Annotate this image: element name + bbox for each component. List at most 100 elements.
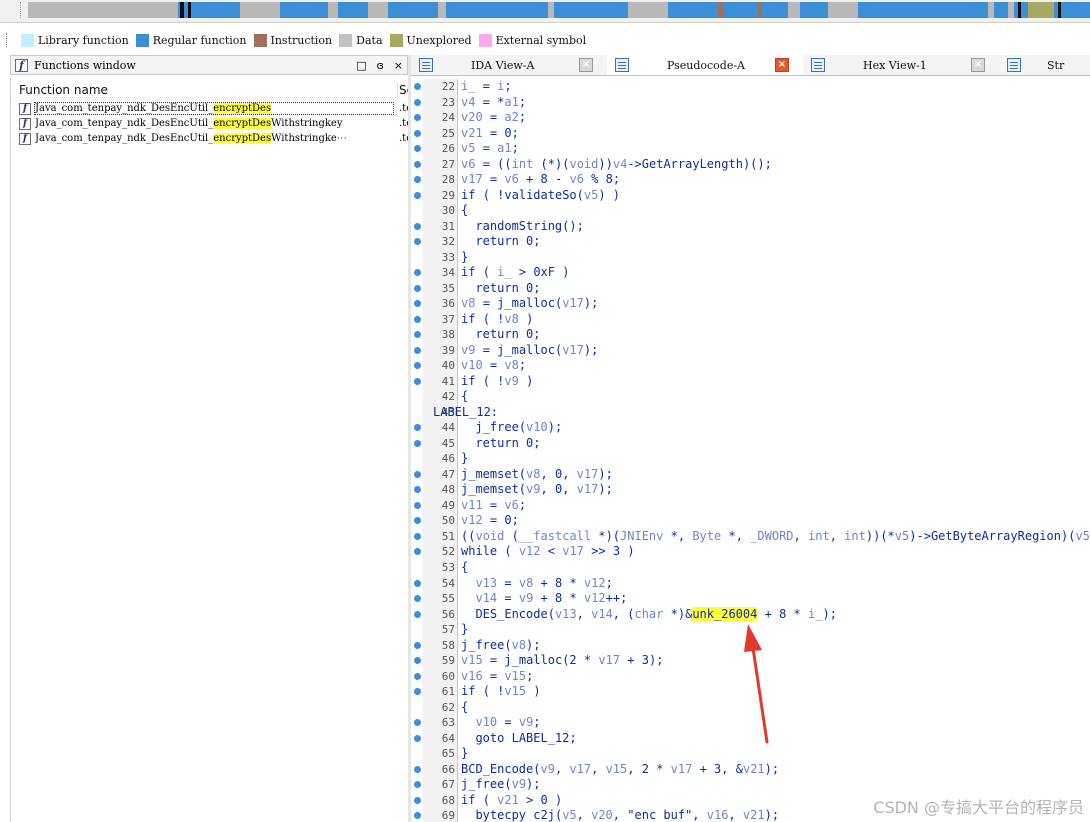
- code-line[interactable]: 64 goto LABEL_12;: [411, 730, 1090, 747]
- code-line[interactable]: 28 v17 = v6 + 8 - v6 % 8;: [411, 172, 1090, 188]
- code-line[interactable]: 35 return 0;: [411, 280, 1090, 297]
- breakpoint-marker[interactable]: [414, 796, 421, 804]
- close-icon[interactable]: ×: [394, 59, 403, 72]
- breakpoint-marker[interactable]: [414, 346, 421, 354]
- breakpoint-marker[interactable]: [414, 781, 421, 789]
- breakpoint-marker[interactable]: [414, 315, 421, 323]
- breakpoint-marker[interactable]: [414, 176, 421, 184]
- tab-ida-view-a[interactable]: IDA View-A ×: [411, 55, 607, 75]
- breakpoint-marker[interactable]: [414, 129, 421, 137]
- code-line[interactable]: 47 j_memset(v8, 0, v17);: [411, 466, 1090, 483]
- code-line[interactable]: 34 if ( i_ > 0xF ): [411, 265, 1090, 281]
- code-line[interactable]: 67 j_free(v9);: [411, 777, 1090, 793]
- breakpoint-marker[interactable]: [414, 83, 421, 90]
- breakpoint-marker[interactable]: [414, 114, 421, 122]
- code-line[interactable]: 56 DES_Encode(v13, v14, (char *)&unk_260…: [411, 606, 1090, 623]
- breakpoint-marker[interactable]: [414, 595, 421, 603]
- code-line[interactable]: 40 v10 = v8;: [411, 358, 1090, 374]
- maximize-icon[interactable]: □: [356, 59, 366, 72]
- breakpoint-marker[interactable]: [414, 300, 421, 308]
- code-line[interactable]: 26 v5 = a1;: [411, 141, 1090, 157]
- code-line[interactable]: 58 j_free(v8);: [411, 637, 1090, 654]
- code-line[interactable]: 37 if ( !v8 ): [411, 311, 1090, 328]
- function-row[interactable]: f Java_com_tenpay_ndk_DesEncUtil_encryptD…: [11, 116, 409, 131]
- code-line[interactable]: 32 return 0;: [411, 234, 1090, 250]
- code-line[interactable]: 33}: [411, 249, 1090, 266]
- code-line[interactable]: 65}: [411, 746, 1090, 762]
- breakpoint-marker[interactable]: [414, 238, 421, 246]
- code-line[interactable]: 59 v15 = j_malloc(2 * v17 + 3);: [411, 653, 1090, 669]
- breakpoint-marker[interactable]: [414, 284, 421, 292]
- breakpoint-marker[interactable]: [414, 548, 421, 556]
- code-line[interactable]: 41 if ( !v9 ): [411, 373, 1090, 390]
- breakpoint-marker[interactable]: [414, 160, 421, 168]
- tab-str[interactable]: Str: [999, 55, 1064, 75]
- code-line[interactable]: 27 v6 = ((int (*)(void))v4->GetArrayLengt…: [411, 156, 1090, 173]
- legend-grip[interactable]: [6, 33, 17, 47]
- code-line[interactable]: 63 v10 = v9;: [411, 715, 1090, 731]
- code-line[interactable]: 55 v14 = v9 + 8 * v12++;: [411, 591, 1090, 607]
- breakpoint-marker[interactable]: [414, 191, 421, 199]
- tab-close-icon[interactable]: ×: [775, 58, 789, 72]
- code-line[interactable]: 53{: [411, 559, 1090, 576]
- breakpoint-marker[interactable]: [414, 424, 421, 432]
- breakpoint-marker[interactable]: [414, 610, 421, 618]
- breakpoint-marker[interactable]: [414, 517, 421, 525]
- breakpoint-marker[interactable]: [414, 501, 421, 509]
- code-line[interactable]: 66 BCD_Encode(v9, v17, v15, 2 * v17 + 3, …: [411, 761, 1090, 778]
- code-line[interactable]: 48 j_memset(v9, 0, v17);: [411, 482, 1090, 498]
- navigation-band[interactable]: [0, 0, 1090, 23]
- code-line[interactable]: 23 v4 = *a1;: [411, 94, 1090, 111]
- code-line[interactable]: 54 v13 = v8 + 8 * v12;: [411, 575, 1090, 592]
- code-line[interactable]: 31 randomString();: [411, 218, 1090, 235]
- breakpoint-marker[interactable]: [414, 719, 421, 727]
- code-line[interactable]: 38 return 0;: [411, 327, 1090, 343]
- code-line[interactable]: 49 v11 = v6;: [411, 497, 1090, 514]
- code-line[interactable]: 24 v20 = a2;: [411, 110, 1090, 126]
- breakpoint-marker[interactable]: [414, 439, 421, 447]
- code-line[interactable]: 57}: [411, 622, 1090, 638]
- function-row[interactable]: f Java_com_tenpay_ndk_DesEncUtil_encryptD…: [11, 131, 409, 146]
- code-line[interactable]: 51 ((void (__fastcall *)(JNIEnv *, Byte *…: [411, 528, 1090, 545]
- tab-hex-view-1[interactable]: Hex View-1 ×: [803, 55, 999, 75]
- code-line[interactable]: 60 v16 = v15;: [411, 668, 1090, 685]
- breakpoint-marker[interactable]: [414, 98, 421, 106]
- breakpoint-marker[interactable]: [414, 812, 421, 820]
- breakpoint-marker[interactable]: [414, 222, 421, 230]
- code-line[interactable]: 44 j_free(v10);: [411, 420, 1090, 436]
- code-line[interactable]: 42{: [411, 389, 1090, 405]
- column-function-name[interactable]: Function name: [11, 83, 391, 101]
- code-line[interactable]: 45 return 0;: [411, 435, 1090, 452]
- breakpoint-marker[interactable]: [414, 672, 421, 680]
- code-line[interactable]: 43 LABEL_12:: [411, 404, 1090, 421]
- code-line[interactable]: 46}: [411, 451, 1090, 467]
- code-line[interactable]: 29 if ( !validateSo(v5) ): [411, 187, 1090, 204]
- code-line[interactable]: 61 if ( !v15 ): [411, 684, 1090, 700]
- float-window-icon[interactable]: ɞ: [376, 59, 383, 72]
- code-line[interactable]: 52 while ( v12 < v17 >> 3 ): [411, 544, 1090, 560]
- code-line[interactable]: 39 v9 = j_malloc(v17);: [411, 342, 1090, 359]
- breakpoint-marker[interactable]: [414, 486, 421, 494]
- code-line[interactable]: 62{: [411, 699, 1090, 716]
- breakpoint-marker[interactable]: [414, 734, 421, 742]
- code-line[interactable]: 36 v8 = j_malloc(v17);: [411, 296, 1090, 312]
- breakpoint-marker[interactable]: [414, 641, 421, 649]
- breakpoint-marker[interactable]: [414, 765, 421, 773]
- breakpoint-marker[interactable]: [414, 362, 421, 370]
- breakpoint-marker[interactable]: [414, 657, 421, 665]
- breakpoint-marker[interactable]: [414, 688, 421, 696]
- breakpoint-marker[interactable]: [414, 377, 421, 385]
- tab-pseudocode-a[interactable]: Pseudocode-A ×: [607, 55, 803, 75]
- tab-close-icon[interactable]: ×: [971, 58, 985, 72]
- tab-close-icon[interactable]: ×: [579, 58, 593, 72]
- breakpoint-marker[interactable]: [414, 269, 421, 277]
- breakpoint-marker[interactable]: [414, 470, 421, 478]
- breakpoint-marker[interactable]: [414, 532, 421, 540]
- breakpoint-marker[interactable]: [414, 331, 421, 339]
- pseudocode-view[interactable]: 22 i_ = i; 23 v4 = *a1; 24 v20 = a2; 25 v21 = 0…: [411, 79, 1090, 822]
- breakpoint-marker[interactable]: [414, 145, 421, 153]
- code-line[interactable]: 30{: [411, 203, 1090, 219]
- code-line[interactable]: 22 i_ = i;: [411, 79, 1090, 95]
- breakpoint-marker[interactable]: [414, 579, 421, 587]
- code-line[interactable]: 50 v12 = 0;: [411, 513, 1090, 529]
